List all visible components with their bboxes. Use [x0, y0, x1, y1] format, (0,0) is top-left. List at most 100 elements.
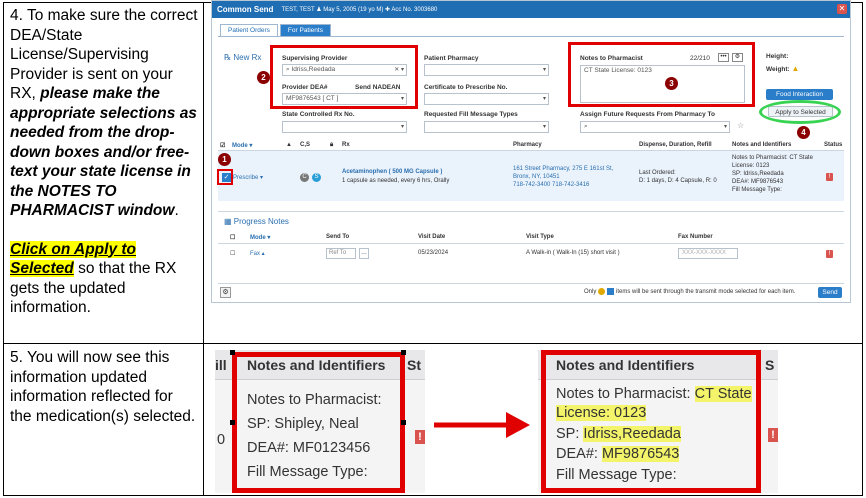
- progress-notes-title: ▦ Progress Notes: [224, 217, 289, 226]
- row-mode-select[interactable]: Prescribe ▾: [233, 174, 263, 181]
- warning-icon: ▲: [791, 64, 800, 73]
- drug-sig: 1 capsule as needed, every 6 hrs, Orally: [342, 178, 450, 184]
- column-divider: [203, 3, 204, 495]
- state-controlled-select[interactable]: ▾: [282, 121, 407, 133]
- certificate-select[interactable]: ▾: [424, 93, 549, 105]
- dispense-info: D: 1 days, D: 4 Capsule, R: 0: [639, 178, 717, 184]
- requested-fill-label: Requested Fill Message Types: [424, 111, 518, 118]
- search-icon: ⌕: [584, 123, 588, 130]
- drug-name[interactable]: Acetaminophen ( 500 MG Capsule ): [342, 169, 442, 175]
- certificate-label: Certificate to Prescribe No.: [424, 84, 508, 91]
- gear-icon[interactable]: ⚙: [220, 287, 231, 298]
- alert-icon: ▲: [286, 142, 292, 148]
- notes-line3: SP: Idriss,Reedada: [732, 171, 784, 177]
- star-icon[interactable]: ☆: [737, 121, 744, 130]
- callout-4: 4: [797, 126, 810, 139]
- notes-line1: Notes to Pharmacist: CT State: [732, 155, 813, 161]
- close-icon[interactable]: ✕: [837, 4, 847, 14]
- step4-instructions: 4. To make sure the correct DEA/State Li…: [10, 6, 198, 318]
- callout-box-before: [232, 352, 405, 493]
- footer-only: Only: [584, 289, 597, 295]
- new-rx-button[interactable]: ℞ New Rx: [224, 53, 261, 62]
- step4-end: .: [174, 202, 179, 219]
- callout-box-supervising: [270, 45, 418, 109]
- col-mode[interactable]: Mode ▾: [232, 142, 252, 149]
- last-ordered: Last Ordered:: [639, 170, 676, 176]
- footer-text: items will be sent through the transmit …: [616, 289, 796, 295]
- col-dispense: Dispense, Duration, Refill: [639, 142, 712, 148]
- patient-pharmacy-select[interactable]: ▾: [424, 64, 549, 76]
- col-notes: Notes and Identifiers: [732, 142, 792, 148]
- callout-box-after: [541, 350, 761, 493]
- window-footer: ⚙ Only items will be sent through the tr…: [218, 283, 844, 299]
- list-item[interactable]: ☐ Fax ▴ Ref To … 05/23/2024 A Walk-in ( …: [218, 248, 844, 262]
- height-label: Height:: [766, 53, 789, 60]
- col-pharmacy: Pharmacy: [513, 142, 542, 148]
- warning-dot-icon: [598, 288, 605, 295]
- requested-fill-select[interactable]: ▾: [424, 121, 549, 133]
- s-badge-icon: S: [312, 173, 321, 182]
- notes-zoom-after: Notes and Identifiers S Notes to Pharmac…: [538, 350, 778, 493]
- cut-header-left: ill: [215, 357, 227, 373]
- cut-row-left: 0: [217, 432, 226, 448]
- more-icon[interactable]: …: [359, 248, 369, 259]
- send-to-input[interactable]: Ref To: [326, 248, 356, 259]
- send-button[interactable]: Send: [818, 287, 842, 298]
- assign-future-input[interactable]: ⌕ ▾: [580, 121, 730, 133]
- tab-bar: Patient Orders For Patients: [220, 24, 333, 36]
- callout-1: 1: [218, 153, 231, 166]
- c-badge-icon: C: [300, 173, 309, 182]
- progress-col-fax: Fax Number: [678, 234, 713, 240]
- window-header: Common Send TEST, TEST ♟ May 5, 2005 (19…: [212, 1, 850, 18]
- progress-col-visit-type: Visit Type: [526, 234, 554, 240]
- col-cs: C,S: [300, 142, 311, 148]
- common-send-window: Common Send TEST, TEST ♟ May 5, 2005 (19…: [211, 0, 851, 303]
- lock-icon: 🔒︎: [330, 142, 334, 148]
- state-controlled-label: State Controlled Rx No.: [282, 111, 355, 118]
- select-all-checkbox[interactable]: ☑: [220, 142, 225, 149]
- progress-notes-section: ▦ Progress Notes ☐ Mode ▾ Send To Visit …: [218, 211, 844, 271]
- chevron-down-icon: ▾: [542, 67, 546, 73]
- assign-future-label: Assign Future Requests From Pharmacy To: [580, 111, 715, 118]
- food-interaction-button[interactable]: Food Interaction: [766, 89, 833, 100]
- progress-table-header: ☐ Mode ▾ Send To Visit Date Visit Type F…: [218, 234, 844, 244]
- col-status: Status: [824, 142, 843, 148]
- progress-col-visit-date: Visit Date: [418, 234, 446, 240]
- table-row[interactable]: ✓ Prescribe ▾ C S Acetaminophen ( 500 MG…: [218, 151, 844, 201]
- progress-row-checkbox[interactable]: ☐: [230, 250, 235, 257]
- pharmacy-city: Bronx, NY, 10451: [513, 174, 560, 180]
- chevron-down-icon: ▾: [542, 124, 546, 130]
- progress-visit-type: A Walk-in ( Walk-In (15) short visit ): [526, 250, 620, 256]
- orders-table-header: ☑ Mode ▾ ▲ C,S 🔒︎ Rx Pharmacy Dispense, …: [218, 141, 844, 151]
- pharmacy-address[interactable]: 161 Street Pharmacy, 275 E 161st St,: [513, 166, 613, 172]
- progress-row-mode[interactable]: Fax ▴: [250, 250, 265, 257]
- rx-icon: ℞: [224, 53, 234, 62]
- tab-for-patients[interactable]: For Patients: [279, 24, 331, 36]
- progress-status-badge: !: [826, 250, 833, 258]
- tab-patient-orders[interactable]: Patient Orders: [220, 24, 278, 36]
- notes-zoom-before: ill Notes and Identifiers St 0 Notes to …: [215, 350, 425, 493]
- notes-line2: License: 0123: [732, 163, 770, 169]
- patient-info: TEST, TEST ♟ May 5, 2005 (19 yo M) ✚ Acc…: [281, 7, 438, 13]
- cut-header-right: S: [765, 357, 775, 373]
- step4-emphasis: please make the appropriate selections a…: [10, 85, 197, 219]
- notes-line5: Fill Message Type:: [732, 187, 782, 193]
- chevron-down-icon: ▾: [400, 124, 404, 130]
- status-badge: !: [768, 428, 778, 442]
- row-divider: [4, 343, 862, 344]
- cut-header-right: St: [407, 357, 421, 373]
- window-title: Common Send: [217, 5, 274, 14]
- patient-pharmacy-label: Patient Pharmacy: [424, 55, 479, 62]
- progress-visit-date: 05/23/2024: [418, 250, 449, 256]
- chevron-down-icon: ▾: [542, 96, 546, 102]
- step5-instructions: 5. You will now see this information upd…: [10, 349, 196, 425]
- progress-select-all[interactable]: ☐: [230, 234, 235, 241]
- progress-col-mode[interactable]: Mode ▾: [250, 234, 270, 241]
- checked-icon: [607, 288, 614, 295]
- notes-icon: ▦: [224, 217, 234, 226]
- notes-line4: DEA#: MF9876543: [732, 179, 784, 185]
- callout-2: 2: [257, 71, 270, 84]
- status-badge: !: [415, 430, 425, 444]
- fax-number-input[interactable]: XXX-XXX-XXXX: [678, 248, 738, 259]
- weight-label: Weight: ▲: [766, 64, 800, 73]
